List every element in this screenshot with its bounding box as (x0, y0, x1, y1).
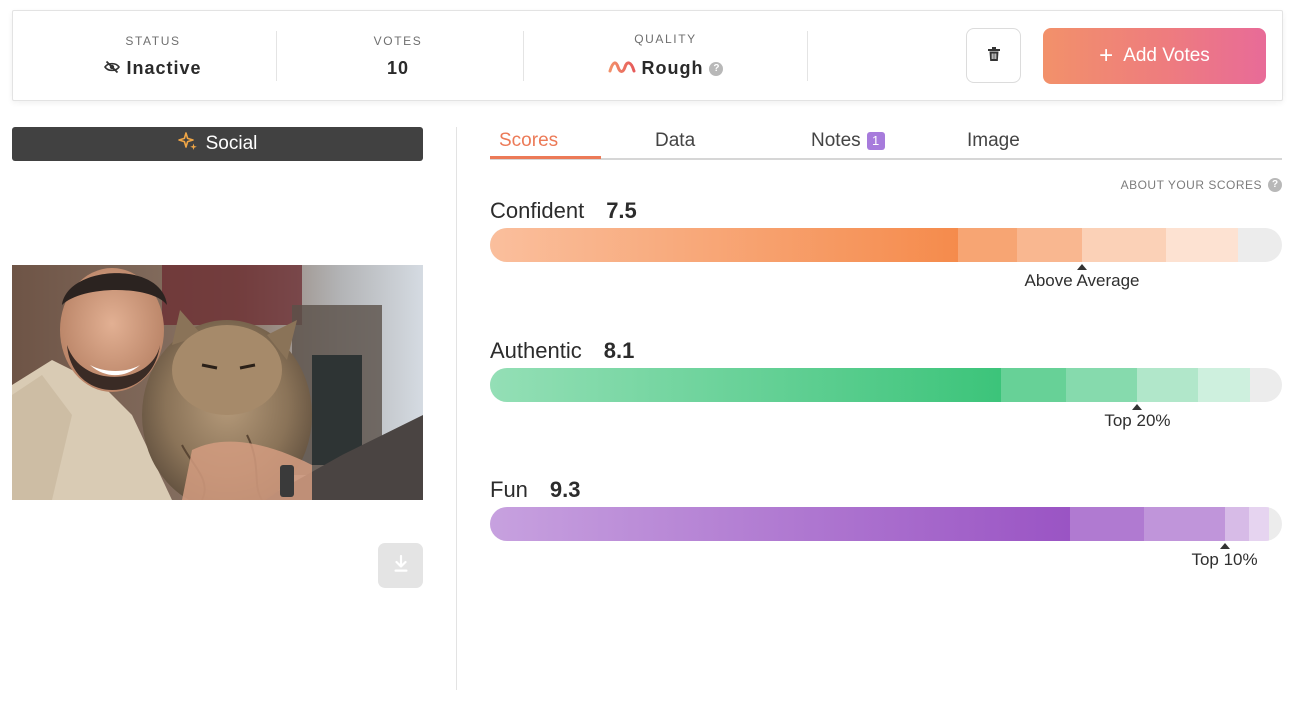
notes-count-badge: 1 (866, 132, 885, 150)
score-bar-segment (1066, 368, 1138, 402)
delete-button[interactable] (966, 28, 1021, 83)
percentile-label: Top 20% (1104, 411, 1171, 430)
download-icon (393, 554, 409, 576)
help-icon[interactable]: ? (709, 61, 724, 76)
category-label: Social (205, 133, 258, 154)
score-bar-segment (1001, 368, 1067, 402)
plus-icon: + (1099, 42, 1114, 69)
percentile-label: Above Average (1024, 271, 1140, 290)
status-value: Inactive (126, 58, 202, 78)
votes-stat: VOTES 10 (303, 11, 493, 102)
score-bar-segment (957, 228, 1017, 262)
score-bar-segment (490, 507, 1071, 541)
status-bar: STATUS Inactive VOTES 10 QUALITY Rough ?… (12, 10, 1283, 101)
score-value: 7.5 (606, 198, 637, 223)
about-scores-link[interactable]: ABOUT YOUR SCORES ? (1121, 178, 1282, 192)
add-votes-label: Add Votes (1123, 45, 1210, 66)
tab-scores[interactable]: Scores (499, 130, 558, 152)
help-icon: ? (1268, 178, 1282, 192)
quality-label: QUALITY (634, 32, 697, 46)
tab-data[interactable]: Data (655, 130, 695, 152)
stat-divider (276, 31, 277, 81)
add-votes-button[interactable]: + Add Votes (1043, 28, 1266, 84)
score-name: Confident (490, 198, 585, 223)
score-bar-segment (1166, 228, 1238, 262)
eye-off-icon (104, 58, 121, 79)
sparkle-icon (177, 131, 198, 157)
trash-icon (987, 47, 1000, 64)
score-bar (490, 228, 1282, 262)
score-name: Authentic (490, 338, 582, 363)
percentile-marker (1077, 264, 1087, 270)
status-stat: STATUS Inactive (43, 11, 263, 102)
votes-label: VOTES (373, 34, 423, 48)
score-bar-segment (490, 368, 1002, 402)
tab-bar: Scores Data Notes 1 Image (490, 128, 1282, 160)
percentile-label: Top 10% (1191, 550, 1258, 569)
score-bar (490, 507, 1282, 541)
score-bar-segment (1198, 368, 1251, 402)
panel-divider (456, 127, 457, 690)
score-bar (490, 368, 1282, 402)
score-bar-segment (1082, 228, 1166, 262)
score-name: Fun (490, 477, 528, 502)
percentile-marker (1132, 404, 1143, 410)
score-bar-segment (1224, 507, 1249, 541)
score-value: 9.3 (549, 477, 581, 502)
quality-stat: QUALITY Rough ? (568, 11, 763, 102)
tab-notes[interactable]: Notes 1 (811, 130, 885, 152)
votes-value: 10 (386, 58, 410, 78)
score-bar-segment (1016, 228, 1082, 262)
download-button[interactable] (378, 543, 423, 588)
quality-value: Rough (641, 58, 704, 78)
status-label: STATUS (125, 34, 181, 48)
score-bar-segment (1070, 507, 1144, 541)
wave-icon (608, 58, 636, 79)
score-value: 8.1 (603, 338, 635, 363)
category-banner: Social (12, 127, 423, 161)
stat-divider (523, 31, 524, 81)
score-bar-segment (490, 228, 958, 262)
photo-preview (12, 265, 423, 500)
score-bar-segment (1248, 507, 1270, 541)
score-bar-segment (1143, 507, 1225, 541)
score-bar-segment (1137, 368, 1199, 402)
active-tab-indicator (490, 156, 601, 159)
tab-image[interactable]: Image (967, 130, 1020, 152)
stat-divider (807, 31, 808, 81)
percentile-marker (1219, 543, 1230, 549)
